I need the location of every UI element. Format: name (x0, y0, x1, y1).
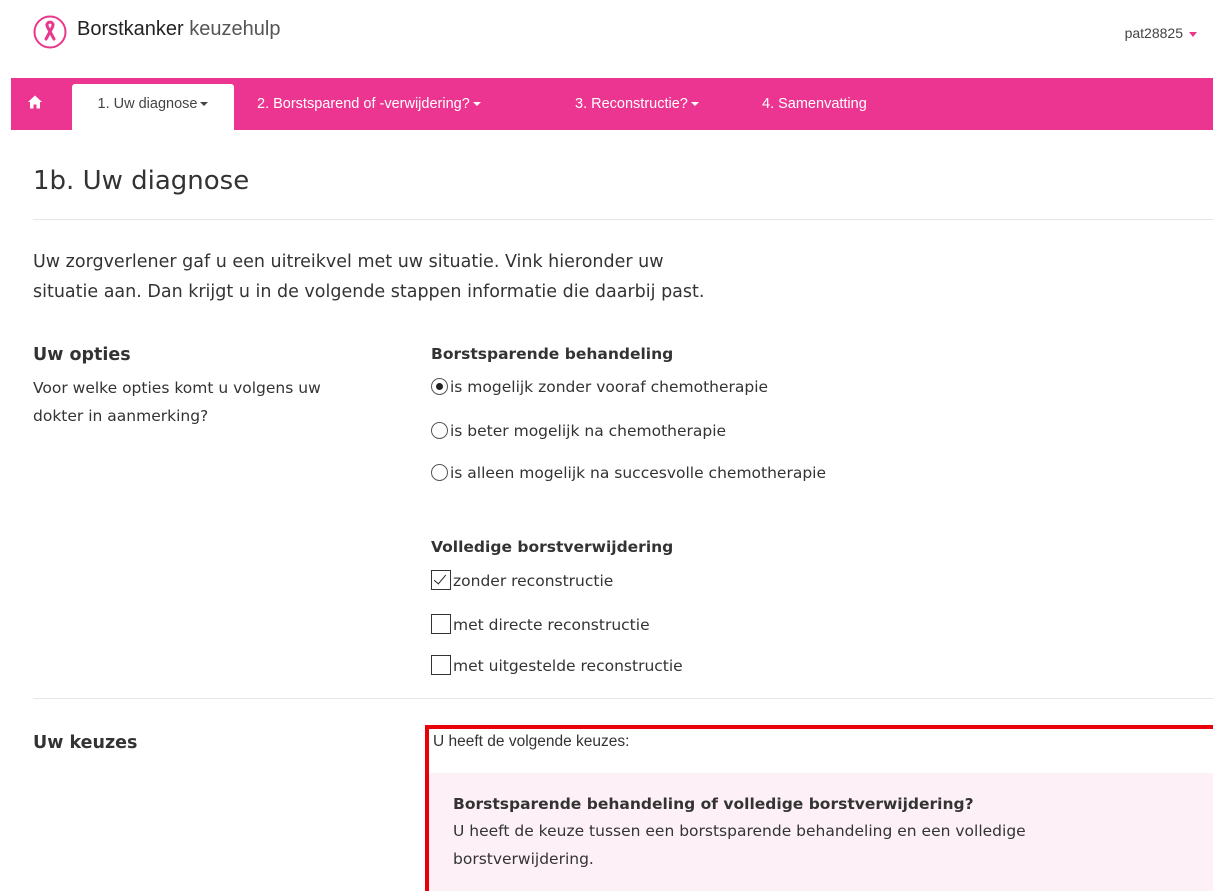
home-icon (28, 95, 42, 109)
nav-home[interactable] (27, 78, 55, 130)
checkbox-option-delayed-reconstruction[interactable]: met uitgestelde reconstructie (431, 655, 683, 675)
top-header: Borstkanker keuzehulp pat28825 (0, 0, 1213, 70)
checkbox-label: met directe reconstructie (453, 616, 650, 634)
username: pat28825 (1124, 25, 1183, 41)
choices-intro: U heeft de volgende keuzes: (433, 733, 630, 750)
tab-reconstructie[interactable]: 3. Reconstructie? (575, 78, 699, 130)
intro-text: Uw zorgverlener gaf u een uitreikvel met… (33, 247, 813, 307)
divider (33, 219, 1213, 220)
radio-empty-icon[interactable] (431, 422, 448, 439)
options-question: Voor welke opties komt u volgens uw dokt… (33, 374, 403, 430)
caret-down-icon (472, 102, 481, 107)
choices-heading: Uw keuzes (33, 733, 138, 753)
caret-down-icon (1189, 31, 1197, 37)
tab-samenvatting-label: 4. Samenvatting (762, 96, 867, 112)
checkbox-checked-icon[interactable] (431, 570, 451, 590)
radio-option-only-after-chemo[interactable]: is alleen mogelijk na succesvolle chemot… (431, 464, 826, 482)
intro-line: situatie aan. Dan krijgt u in de volgend… (33, 282, 705, 302)
brand-subtitle: keuzehulp (189, 18, 281, 40)
choice-card: Borstsparende behandeling of volledige b… (429, 773, 1213, 891)
choice-card-line: U heeft de keuze tussen een borstsparend… (453, 822, 1026, 840)
checkbox-empty-icon[interactable] (431, 655, 451, 675)
radio-label: is mogelijk zonder vooraf chemotherapie (450, 378, 769, 396)
radio-empty-icon[interactable] (431, 464, 448, 481)
tab-reconstructie-label: 3. Reconstructie? (575, 96, 688, 112)
caret-down-icon (200, 102, 209, 107)
checkbox-option-direct-reconstruction[interactable]: met directe reconstructie (431, 614, 650, 634)
radio-selected-icon[interactable] (431, 378, 448, 395)
checkbox-label: met uitgestelde reconstructie (453, 657, 683, 675)
radio-option-no-chemo[interactable]: is mogelijk zonder vooraf chemotherapie (431, 378, 768, 396)
brand-title[interactable]: Borstkanker keuzehulp (77, 18, 280, 41)
checkbox-empty-icon[interactable] (431, 614, 451, 634)
options-heading: Uw opties (33, 345, 131, 365)
tab-diagnose[interactable]: 1. Uw diagnose (72, 84, 234, 130)
mastectomy-title: Volledige borstverwijdering (431, 538, 674, 556)
page-title: 1b. Uw diagnose (33, 166, 250, 196)
radio-option-after-chemo[interactable]: is beter mogelijk na chemotherapie (431, 422, 726, 440)
options-question-line: dokter in aanmerking? (33, 407, 209, 425)
radio-label: is beter mogelijk na chemotherapie (450, 422, 727, 440)
tab-borstsparend-label: 2. Borstsparend of -verwijdering? (257, 96, 470, 112)
divider (33, 698, 1213, 699)
tab-borstsparend[interactable]: 2. Borstsparend of -verwijdering? (257, 78, 481, 130)
main-nav: 1. Uw diagnose 2. Borstsparend of -verwi… (11, 78, 1213, 130)
options-question-line: Voor welke opties komt u volgens uw (33, 379, 321, 397)
choice-card-title: Borstsparende behandeling of volledige b… (453, 795, 974, 813)
brand-name: Borstkanker (77, 18, 184, 40)
radio-label: is alleen mogelijk na succesvolle chemot… (450, 464, 827, 482)
tab-diagnose-label: 1. Uw diagnose (97, 96, 198, 112)
tab-samenvatting[interactable]: 4. Samenvatting (762, 78, 867, 130)
user-menu[interactable]: pat28825 (1125, 25, 1197, 41)
pink-ribbon-logo-icon[interactable] (33, 15, 67, 49)
choices-panel: U heeft de volgende keuzes: Borstsparend… (425, 725, 1213, 891)
intro-line: Uw zorgverlener gaf u een uitreikvel met… (33, 252, 664, 272)
breast-conserving-title: Borstsparende behandeling (431, 345, 674, 363)
checkbox-label: zonder reconstructie (453, 572, 614, 590)
checkbox-option-no-reconstruction[interactable]: zonder reconstructie (431, 570, 613, 590)
choice-card-text: U heeft de keuze tussen een borstsparend… (453, 817, 1133, 873)
choice-card-line: borstverwijdering. (453, 850, 594, 868)
caret-down-icon (690, 102, 699, 107)
